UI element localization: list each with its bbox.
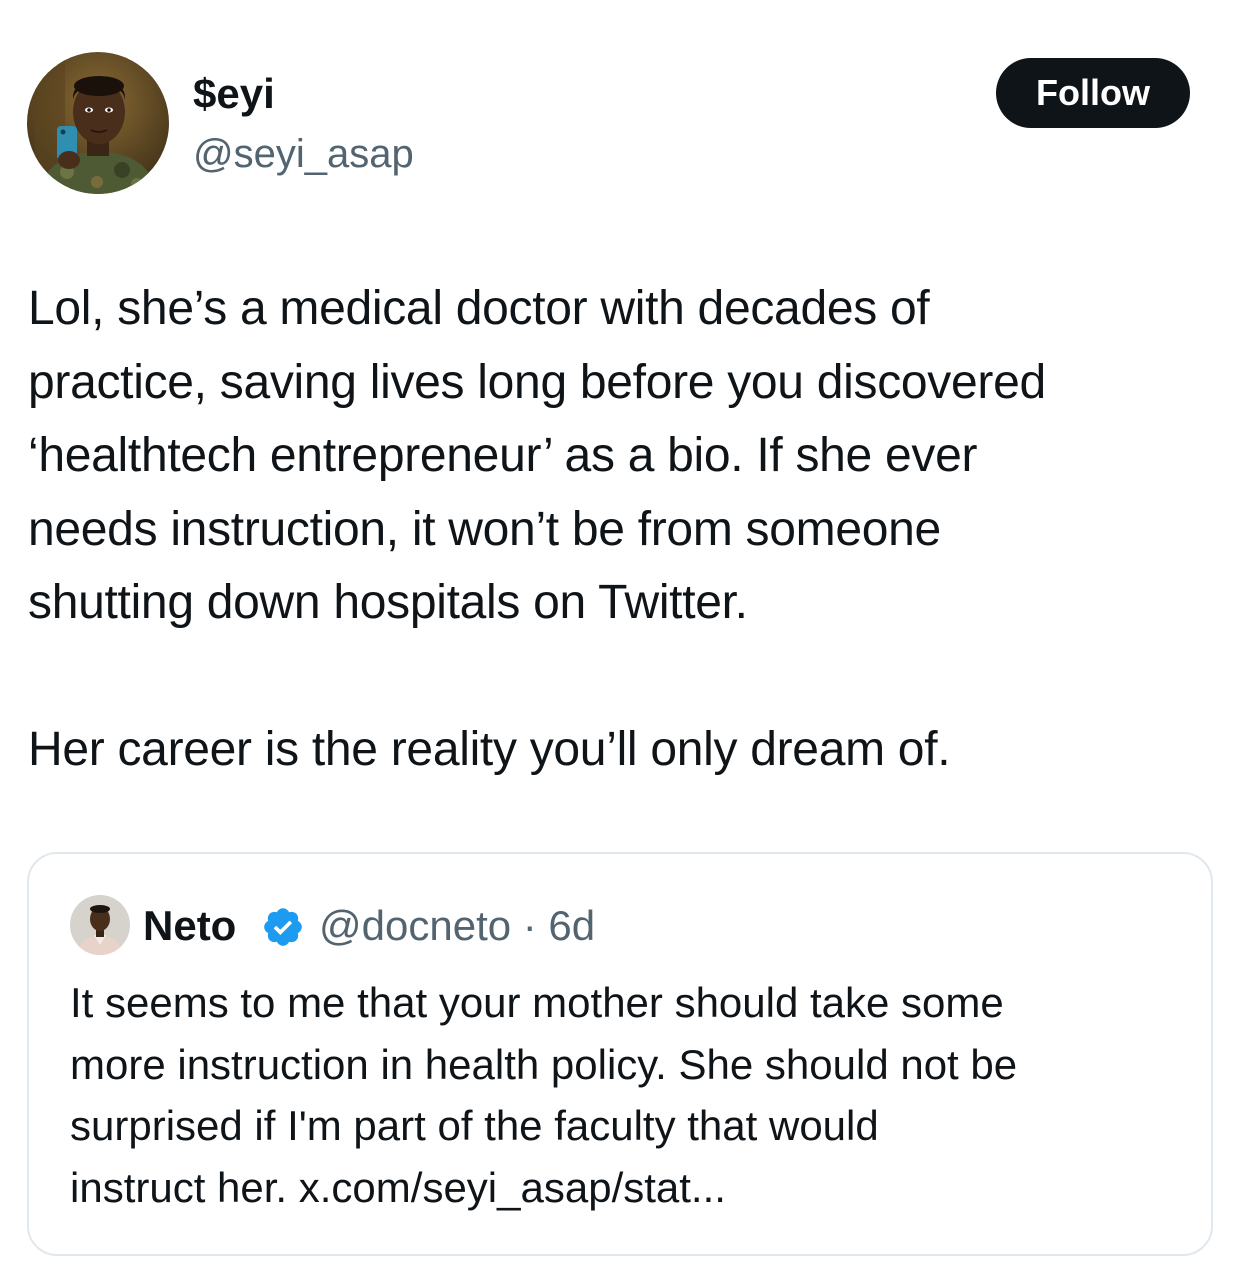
quoted-tweet-line: surprised if I'm part of the faculty tha… [70, 1102, 879, 1149]
author-display-name[interactable]: $eyi [193, 66, 275, 122]
quoted-author-avatar[interactable] [70, 895, 130, 955]
tweet-line: needs instruction, it won’t be from some… [28, 502, 941, 556]
tweet-line: Her career is the reality you’ll only dr… [28, 723, 951, 776]
tweet-text: Lol, she’s a medical doctor with decades… [28, 272, 1218, 787]
quoted-tweet-card[interactable]: Neto @docneto · 6d It seems to me that y… [27, 852, 1213, 1256]
quoted-handle-and-time[interactable]: @docneto · 6d [319, 900, 595, 952]
verified-badge-icon [264, 908, 302, 946]
quoted-tweet-line: more instruction in health policy. She s… [70, 1040, 1018, 1088]
author-handle[interactable]: @seyi_asap [193, 127, 414, 181]
quoted-tweet-line: It seems to me that your mother should t… [70, 979, 1004, 1026]
tweet-header: $eyi @seyi_asap Follow [0, 0, 1242, 220]
quoted-tweet-line[interactable]: instruct her. x.com/seyi_asap/stat... [70, 1157, 1190, 1219]
tweet-line: practice, saving lives long before you d… [28, 355, 1046, 409]
tweet-line: ‘healthtech entrepreneur’ as a bio. If s… [28, 429, 978, 482]
profile-photo-icon [70, 895, 130, 955]
tweet-line: Lol, she’s a medical doctor with decades… [28, 282, 930, 335]
quoted-author-name[interactable]: Neto [143, 900, 236, 952]
profile-photo-icon [27, 52, 169, 194]
follow-button[interactable]: Follow [996, 58, 1190, 128]
author-avatar[interactable] [27, 52, 169, 194]
quoted-tweet-text: It seems to me that your mother should t… [70, 972, 1190, 1218]
tweet-line: shutting down hospitals on Twitter. [28, 576, 748, 629]
